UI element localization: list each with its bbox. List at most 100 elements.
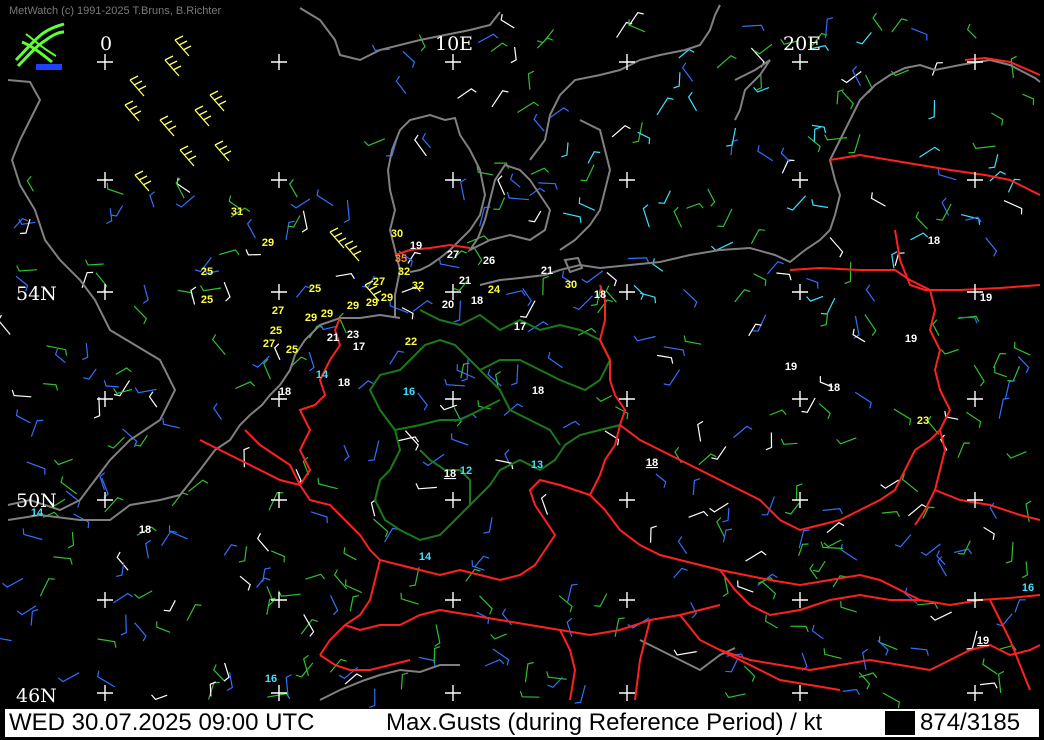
wind-barb: [734, 289, 751, 303]
wind-barb: [681, 62, 694, 82]
wind-barb: [725, 657, 739, 673]
wind-barb: [826, 521, 845, 534]
wind-barb: [673, 567, 688, 579]
wind-barb: [30, 609, 39, 626]
wind-barb: [450, 433, 469, 446]
wind-barb: [915, 211, 929, 230]
wind-barb: [434, 624, 441, 647]
wind-barb: [84, 259, 104, 266]
grid-cross: [97, 284, 113, 300]
wind-barb: [268, 491, 284, 511]
wind-barb: [527, 320, 549, 333]
wind-barb: [790, 625, 809, 633]
wind-barb: [444, 378, 465, 387]
wind-barb: [901, 473, 919, 493]
gust-value-label: 16: [403, 386, 415, 398]
wind-barb: [786, 195, 807, 211]
wind-barb: [806, 295, 824, 302]
gust-value-label: 19: [980, 292, 992, 304]
wind-barb: [865, 284, 876, 302]
wind-barb: [343, 444, 350, 462]
wind-barb: [919, 146, 941, 158]
wind-barb: [650, 525, 657, 543]
wind-barb: [246, 218, 256, 239]
wind-barb: [611, 124, 631, 138]
border-baltics: [829, 153, 1041, 196]
wind-barb: [1007, 365, 1021, 382]
wind-barb: [683, 335, 702, 345]
lon-label-20e: 20E: [783, 33, 821, 55]
grid-cross: [445, 391, 461, 407]
wind-barb: [567, 583, 578, 603]
wind-barb: [103, 380, 119, 388]
wind-barb: [349, 595, 360, 612]
wind-barb: [60, 476, 78, 495]
wind-barb: [737, 580, 754, 593]
wind-barb: [295, 662, 314, 678]
wind-barb-strong: [134, 170, 152, 192]
wind-barb: [818, 403, 831, 420]
wind-barb: [107, 436, 125, 449]
wind-barb: [957, 540, 971, 555]
wind-barb: [133, 305, 148, 325]
coastline-baltic-islands: [734, 59, 771, 121]
wind-barb: [742, 24, 765, 31]
wind-barb: [418, 34, 426, 52]
wind-barb: [811, 199, 829, 209]
wind-barb: [2, 577, 24, 588]
wind-barb: [973, 364, 985, 387]
wind-barb-strong: [129, 75, 147, 97]
color-swatch: [885, 711, 915, 735]
grid-cross: [271, 172, 287, 188]
wind-barb: [134, 590, 153, 599]
gust-value-label: 25: [201, 294, 213, 306]
wind-barb: [628, 19, 646, 33]
wind-barb: [1022, 93, 1035, 105]
border-slovakia-hungary: [719, 569, 1041, 617]
wind-barb: [497, 175, 506, 196]
wind-barb: [524, 661, 534, 683]
gust-value-label: 25: [270, 325, 282, 337]
wind-barb: [561, 142, 569, 158]
gust-value-label: 17: [353, 341, 365, 353]
wind-barb: [1003, 200, 1023, 215]
wind-barb: [780, 147, 791, 163]
wind-barb: [673, 649, 697, 656]
grid-cross: [792, 685, 808, 701]
grid-cross: [792, 391, 808, 407]
border-switzerland: [319, 609, 441, 671]
wind-barb: [928, 99, 936, 120]
wind-barb: [417, 392, 428, 411]
wind-barb: [726, 127, 737, 147]
wind-barb-strong: [159, 115, 177, 137]
grid-cross: [97, 685, 113, 701]
wind-barb: [752, 314, 767, 332]
wind-barb: [368, 688, 376, 709]
wind-barb: [982, 658, 998, 675]
wind-barb: [673, 72, 681, 89]
gust-value-label: 18: [594, 289, 606, 301]
wind-barb: [798, 529, 810, 549]
wind-barb: [506, 191, 530, 201]
wind-barb: [614, 617, 625, 637]
wind-barb: [145, 539, 152, 559]
wind-barb-strong: [124, 100, 142, 122]
wind-barb-strong: [164, 55, 182, 77]
wind-barb: [573, 295, 593, 311]
gust-value-label: 29: [262, 237, 274, 249]
wind-barb: [663, 346, 685, 357]
wind-barb: [587, 151, 601, 164]
wind-barb: [911, 27, 928, 41]
wind-barb-strong: [214, 140, 232, 162]
gust-value-label: 25: [286, 344, 298, 356]
wind-barb: [842, 688, 860, 696]
wind-barb: [310, 511, 328, 524]
wind-barb: [657, 354, 674, 364]
wind-barb: [930, 611, 952, 621]
wind-barb: [655, 473, 667, 488]
wind-barb: [472, 246, 483, 266]
wind-barb: [1005, 541, 1014, 564]
wind-barb: [199, 285, 222, 292]
wind-barb: [402, 51, 416, 68]
coastline-baltic-south: [479, 58, 1041, 286]
